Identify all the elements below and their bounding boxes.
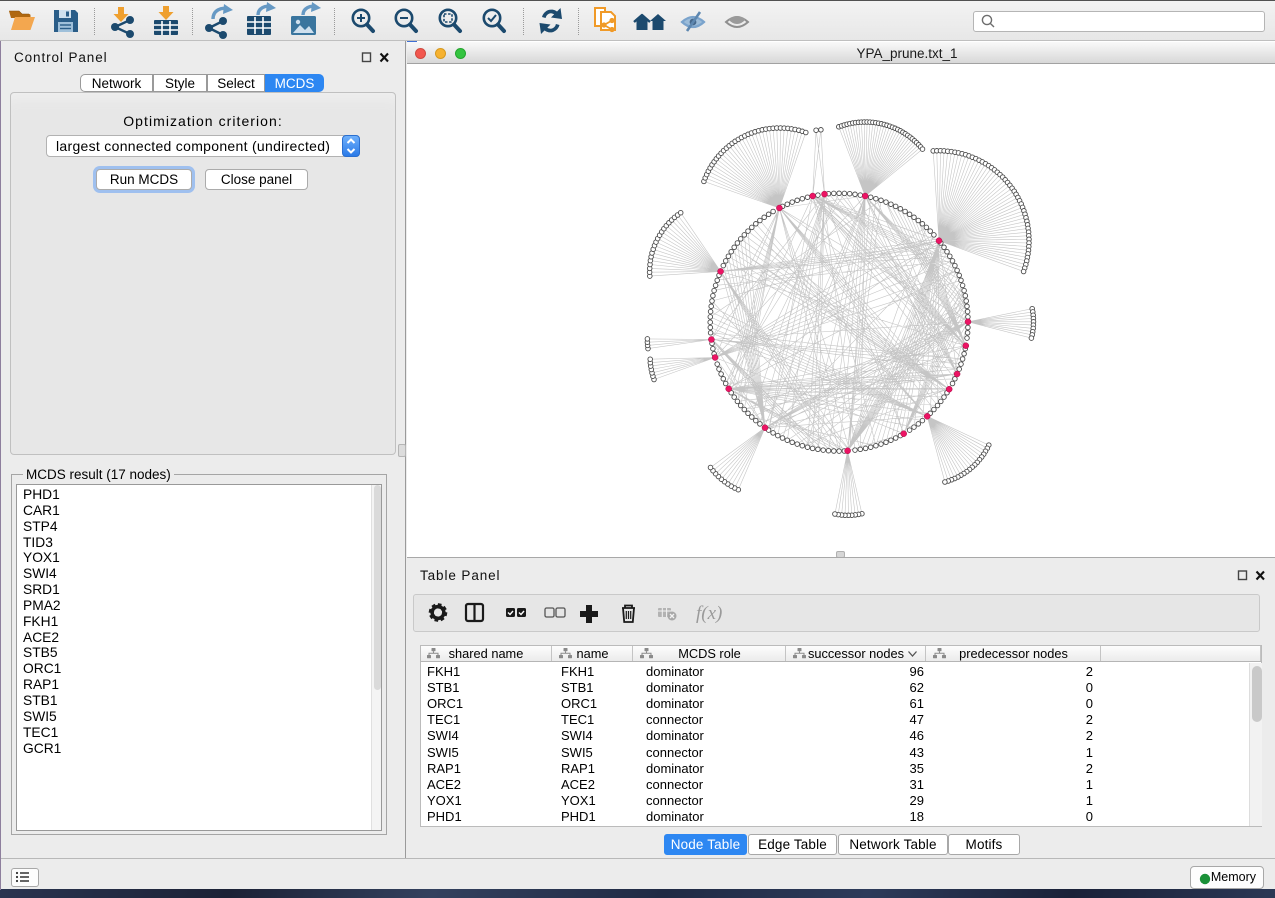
svg-text:f(x): f(x) bbox=[696, 603, 722, 624]
